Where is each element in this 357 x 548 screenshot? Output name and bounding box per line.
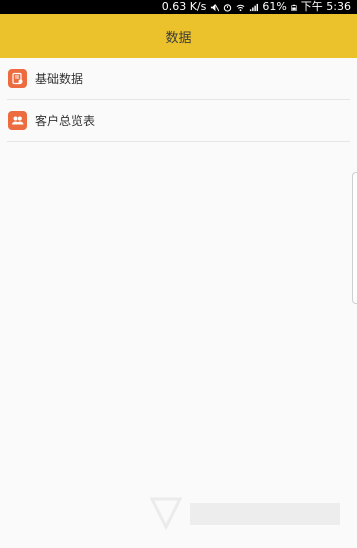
wifi-icon <box>236 4 245 11</box>
status-bar: 0.63 K/s 61% 下午 5:36 <box>0 0 357 14</box>
menu-item-customer-overview[interactable]: 客户总览表 <box>7 100 350 142</box>
menu-item-label: 客户总览表 <box>35 114 96 128</box>
mute-icon <box>211 3 220 11</box>
net-speed: 0.63 K/s <box>161 0 207 13</box>
page-title: 数据 <box>165 30 192 46</box>
menu-list: 基础数据 客户总览表 <box>0 58 357 142</box>
status-right: 0.63 K/s 61% 下午 5:36 <box>162 0 351 14</box>
document-chart-icon <box>8 69 27 88</box>
people-icon <box>8 111 27 130</box>
alarm-icon <box>224 3 232 12</box>
watermark-logo <box>150 497 340 531</box>
battery-icon <box>291 4 297 11</box>
app-bar: 数据 <box>0 14 357 58</box>
menu-item-basic-data[interactable]: 基础数据 <box>7 58 350 100</box>
battery-percent: 61% <box>262 0 287 13</box>
signal-icon <box>250 3 259 11</box>
edge-panel-handle[interactable] <box>352 172 357 304</box>
clock: 下午 5:36 <box>300 0 351 13</box>
menu-item-label: 基础数据 <box>35 72 84 86</box>
